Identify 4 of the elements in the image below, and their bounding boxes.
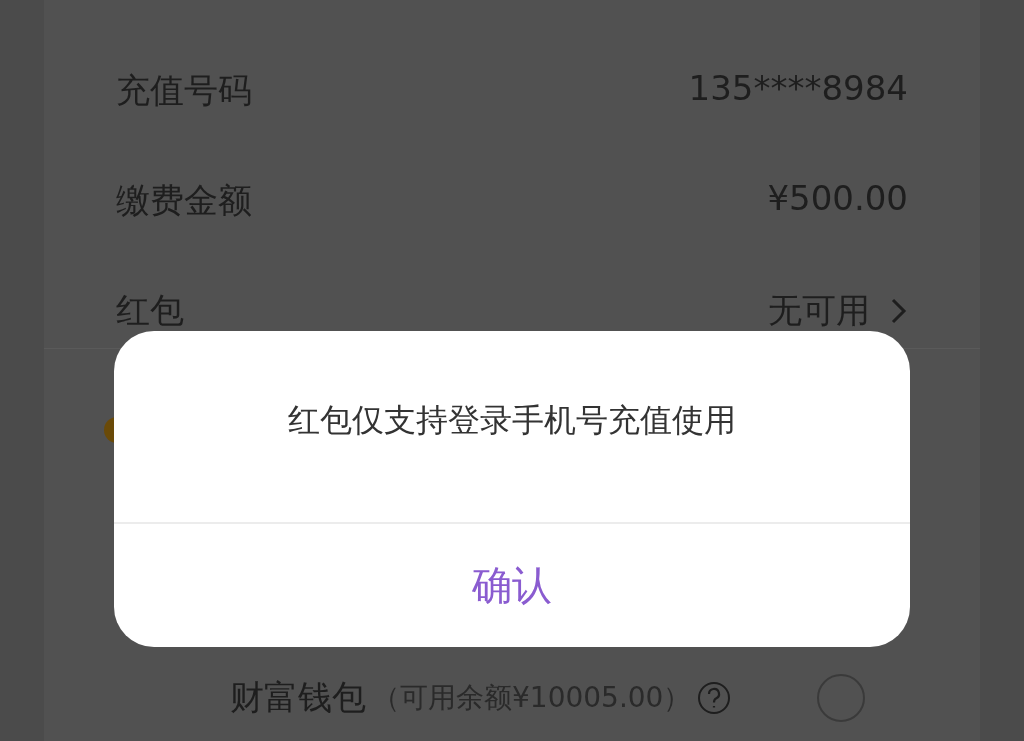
- help-icon[interactable]: [697, 681, 732, 715]
- confirm-button[interactable]: 确认: [114, 524, 910, 647]
- dialog-message: 红包仅支持登录手机号充值使用: [288, 399, 736, 441]
- chevron-right-icon[interactable]: [890, 297, 908, 325]
